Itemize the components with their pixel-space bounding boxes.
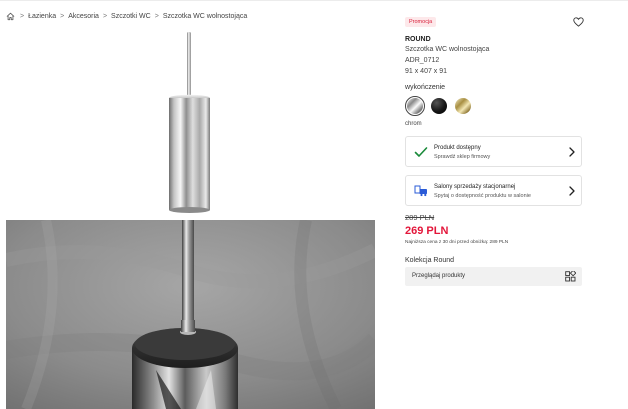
product-name: Szczotka WC wolnostojąca [405, 46, 490, 53]
lowest-price-note: Najniższa cena z 30 dni przed obniżką: 2… [405, 240, 509, 245]
swatch-chrome-color [407, 98, 423, 114]
availability-title: Produkt dostępny [434, 145, 481, 151]
check-icon [414, 147, 428, 157]
breadcrumb-separator: > [154, 12, 159, 20]
product-image-lifestyle[interactable] [6, 220, 375, 409]
breadcrumb-item-toilet-brushes[interactable]: Szczotki WC [111, 13, 151, 20]
breadcrumb: > Łazienka > Akcesoria > Szczotki WC > S… [6, 10, 247, 22]
breadcrumb-item-bathroom[interactable]: Łazienka [28, 13, 56, 20]
swatch-black-color [431, 98, 447, 114]
product-code: ADR_0712 [405, 57, 440, 64]
browse-products-button[interactable]: Przeglądaj produkty [405, 267, 582, 286]
salons-title: Salony sprzedaży stacjonarnej [434, 184, 516, 190]
breadcrumb-separator: > [20, 12, 25, 20]
old-price: 289 PLN [405, 213, 435, 222]
breadcrumb-item-current: Szczotka WC wolnostojąca [162, 12, 248, 20]
availability-box[interactable]: Produkt dostępny Sprawdź sklep firmowy [405, 136, 582, 167]
product-dimensions: 91 x 407 x 91 [405, 68, 448, 75]
chevron-right-icon [569, 147, 575, 157]
finish-swatches [405, 96, 473, 116]
store-truck-icon [414, 185, 427, 197]
browse-products-label: Przeglądaj produkty [412, 273, 466, 279]
chevron-right-icon [569, 186, 575, 196]
grid-icon [565, 271, 576, 282]
collection-label: Kolekcja Round [405, 257, 455, 264]
salons-subtitle: Spytaj o dostępność produktu w salonie [434, 193, 531, 199]
availability-subtitle: Sprawdź sklep firmowy [434, 154, 491, 160]
breadcrumb-item-accessories[interactable]: Akcesoria [68, 13, 99, 20]
swatch-chrome[interactable] [405, 96, 425, 116]
product-details-panel: Promocja ROUND Szczotka WC wolnostojąca … [405, 0, 595, 409]
product-brand: ROUND [405, 36, 431, 43]
selected-finish: chrom [405, 121, 422, 127]
swatch-black[interactable] [429, 96, 449, 116]
favorite-heart-icon[interactable] [573, 17, 584, 27]
product-image-main[interactable] [150, 30, 230, 216]
finish-label: wykończenie [405, 84, 446, 91]
salons-box[interactable]: Salony sprzedaży stacjonarnej Spytaj o d… [405, 175, 582, 206]
home-icon[interactable] [6, 12, 15, 21]
breadcrumb-separator: > [60, 12, 65, 20]
swatch-gold-color [455, 98, 471, 114]
breadcrumb-separator: > [102, 12, 108, 20]
current-price: 269 PLN [405, 225, 449, 237]
swatch-gold[interactable] [453, 96, 473, 116]
promo-badge: Promocja [405, 17, 437, 27]
